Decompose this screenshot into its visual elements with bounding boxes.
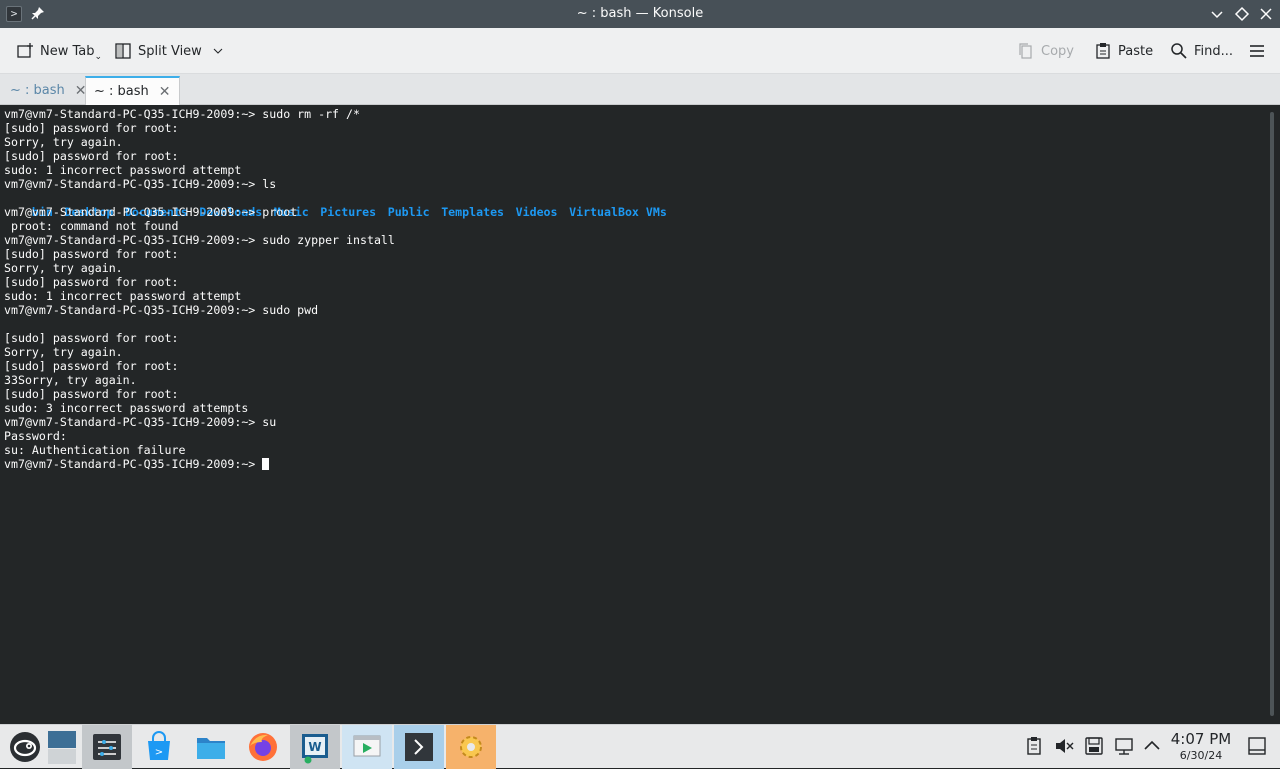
terminal-line: vm7@vm7-Standard-PC-Q35-ICH9-2009:~> sud… (4, 107, 360, 121)
close-tab-icon[interactable]: ✕ (159, 84, 171, 100)
terminal-prompt: vm7@vm7-Standard-PC-Q35-ICH9-2009:~> (4, 457, 263, 471)
window-titlebar[interactable]: > ~ : bash — Konsole (0, 0, 1280, 28)
clock-time: 4:07 PM (1170, 730, 1232, 748)
terminal-line: vm7@vm7-Standard-PC-Q35-ICH9-2009:~> sud… (4, 303, 319, 317)
search-icon (1171, 43, 1187, 59)
text-cursor (262, 458, 270, 470)
terminal-line: su: Authentication failure (4, 443, 186, 457)
terminal-line: [sudo] password for root: (4, 247, 179, 261)
hamburger-menu-icon[interactable] (1244, 36, 1270, 66)
ls-dir-entry: Templates (441, 205, 505, 219)
tab-bash-1[interactable]: ~ : bash ✕ (2, 76, 95, 105)
ls-dir-entry: VirtualBox VMs (569, 205, 667, 219)
firefox-icon[interactable] (238, 725, 288, 769)
volume-muted-icon[interactable] (1053, 735, 1075, 757)
digital-clock[interactable]: 4:07 PM 6/30/24 (1166, 729, 1236, 763)
split-view-icon (115, 43, 131, 59)
ls-dir-entry: Public (387, 205, 430, 219)
new-tab-button[interactable]: New Tab ⌄ (12, 36, 112, 66)
terminal-line: vm7@vm7-Standard-PC-Q35-ICH9-2009:~> su (4, 415, 277, 429)
expand-tray-icon[interactable] (1141, 735, 1163, 757)
ls-dir-entry: Pictures (320, 205, 377, 219)
terminal-line: Sorry, try again. (4, 345, 123, 359)
chevron-down-icon[interactable] (212, 45, 224, 57)
taskbar: > W 4:07 PM 6/30/24 (0, 724, 1280, 769)
terminal-scrollbar[interactable] (1270, 112, 1274, 716)
software-store-icon[interactable]: > (134, 725, 184, 769)
show-desktop-icon[interactable] (1246, 735, 1268, 757)
copy-label: Copy (1041, 43, 1074, 59)
terminal-line: vm7@vm7-Standard-PC-Q35-ICH9-2009:~> sud… (4, 233, 395, 247)
terminal-line: [sudo] password for root: (4, 359, 179, 373)
paste-icon (1096, 43, 1110, 59)
new-tab-icon (17, 43, 33, 58)
paste-button[interactable]: Paste (1090, 36, 1157, 66)
paste-label: Paste (1118, 43, 1154, 59)
file-manager-icon[interactable] (186, 725, 236, 769)
close-icon[interactable] (1258, 6, 1274, 22)
terminal-icon[interactable] (394, 725, 444, 769)
terminal-line: [sudo] password for root: (4, 387, 179, 401)
tab-label: ~ : bash (10, 83, 65, 98)
ls-dir-entry: Videos (515, 205, 558, 219)
terminal-prompt-line[interactable]: vm7@vm7-Standard-PC-Q35-ICH9-2009:~> (4, 457, 1280, 471)
desktop-pager-icon[interactable] (40, 725, 84, 769)
settings-gear-icon[interactable] (446, 725, 496, 769)
terminal-line: sudo: 1 incorrect password attempt (4, 289, 242, 303)
ls-output-line: bin Desktop Documents Downloads Music Picture… (4, 191, 1280, 219)
terminal-line: Sorry, try again. (4, 261, 123, 275)
storage-icon[interactable] (1083, 735, 1105, 757)
clock-date: 6/30/24 (1179, 749, 1223, 762)
copy-icon (1019, 43, 1032, 59)
dropdown-arrow-icon[interactable]: ⌄ (95, 52, 103, 62)
terminal-line: proot: command not found (4, 219, 179, 233)
terminal-line: [sudo] password for root: (4, 121, 179, 135)
find-label: Find... (1194, 43, 1234, 59)
copy-button[interactable]: Copy (1013, 36, 1078, 66)
split-view-button[interactable]: Split View (110, 36, 228, 66)
new-tab-label: New Tab (40, 43, 95, 59)
tab-bar: ~ : bash ✕ ~ : bash ✕ (0, 74, 1280, 105)
svg-text:W: W (308, 740, 321, 754)
terminal-line: 33Sorry, try again. (4, 373, 137, 387)
network-icon[interactable] (1113, 735, 1135, 757)
terminal-line: [sudo] password for root: (4, 275, 179, 289)
clipboard-icon[interactable] (1023, 735, 1045, 757)
terminal-line: [sudo] password for root: (4, 149, 179, 163)
minimize-icon[interactable] (1209, 6, 1225, 22)
svg-text:>: > (155, 747, 163, 758)
system-monitor-icon[interactable] (82, 725, 132, 769)
virtualbox-icon[interactable] (342, 725, 392, 769)
find-button[interactable]: Find... (1166, 36, 1237, 66)
terminal-line: sudo: 3 incorrect password attempts (4, 401, 249, 415)
terminal-line: vm7@vm7-Standard-PC-Q35-ICH9-2009:~> ls (4, 177, 277, 191)
terminal-line: Password: (4, 429, 67, 443)
vmware-icon[interactable]: W (290, 725, 340, 769)
tab-bash-2[interactable]: ~ : bash ✕ (85, 76, 180, 105)
toolbar: New Tab ⌄ Split View Copy Paste Find... (0, 28, 1280, 74)
split-view-label: Split View (138, 43, 202, 59)
terminal-output[interactable]: vm7@vm7-Standard-PC-Q35-ICH9-2009:~> sud… (0, 106, 1280, 724)
maximize-icon[interactable] (1234, 6, 1250, 22)
tab-label: ~ : bash (94, 84, 149, 99)
window-title: ~ : bash — Konsole (576, 6, 704, 21)
terminal-line: [sudo] password for root: (4, 331, 179, 345)
terminal-line: sudo: 1 incorrect password attempt (4, 163, 242, 177)
terminal-line: Sorry, try again. (4, 135, 123, 149)
